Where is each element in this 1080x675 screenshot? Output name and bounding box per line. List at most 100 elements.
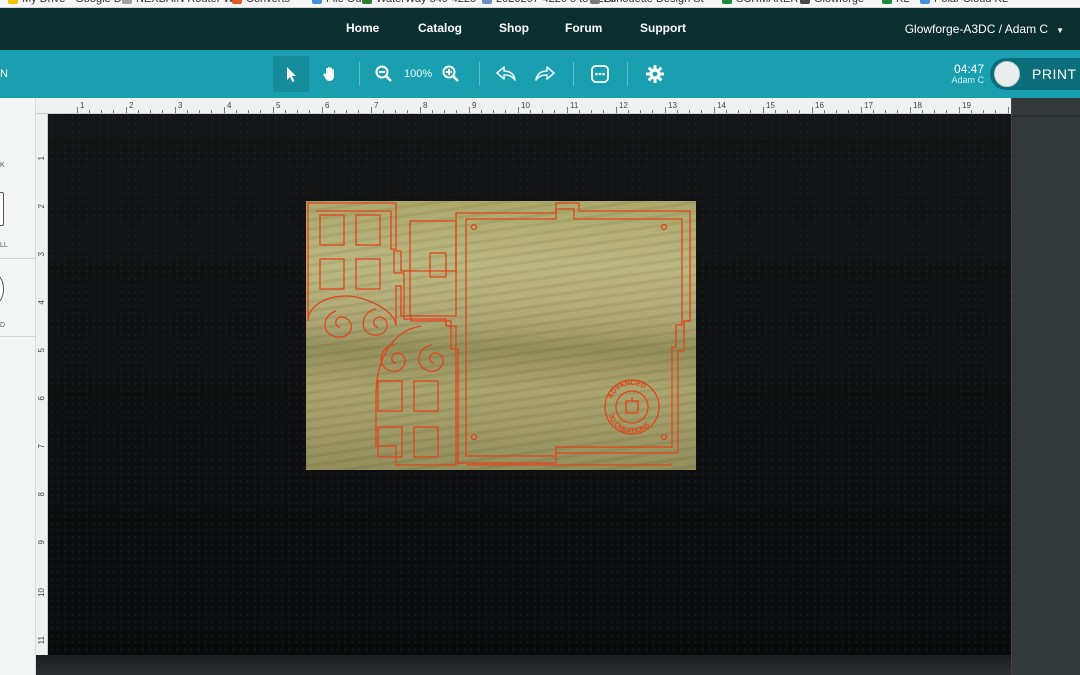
bookmark-label: Glowforge <box>814 0 864 5</box>
bookmark-favicon-icon <box>122 0 132 4</box>
mounting-hole <box>660 223 668 231</box>
ruler-tick <box>150 110 151 113</box>
print-label[interactable]: PRINT <box>1032 66 1077 82</box>
ruler-tick-label: 5 <box>37 348 46 353</box>
toolbar-divider <box>627 62 628 86</box>
ruler-tick <box>77 107 78 113</box>
nav-support-link[interactable]: Support <box>640 21 686 35</box>
redo-icon <box>535 66 555 81</box>
window-cutout <box>355 214 381 246</box>
settings-button[interactable] <box>637 56 673 92</box>
ruler-tick <box>665 107 666 113</box>
window-cutout <box>319 214 345 246</box>
ruler-tick <box>885 110 886 113</box>
zoom-in-icon <box>442 65 459 82</box>
nav-catalog-link[interactable]: Catalog <box>418 21 462 35</box>
undo-button[interactable] <box>488 56 524 92</box>
bookmark-label: Silhouette Design St <box>604 0 704 5</box>
scroll-ornament <box>418 344 444 372</box>
ruler-tick-label: 9 <box>37 540 46 545</box>
ruler-tick <box>432 110 433 113</box>
ruler-tick <box>861 107 862 113</box>
bookmark-item[interactable]: File Out <box>312 0 365 5</box>
ruler-tick-label: 14 <box>717 101 726 110</box>
bookmark-item[interactable]: Converts <box>232 0 290 5</box>
bookmark-favicon-icon <box>8 0 18 4</box>
scroll-ornament <box>324 310 352 338</box>
ruler-tick <box>273 107 274 113</box>
zoom-in-button[interactable] <box>433 56 469 92</box>
gear-icon <box>646 65 664 83</box>
ruler-tick <box>812 107 813 113</box>
top-nav: Home Catalog Shop Forum Support Glowforg… <box>0 8 1080 50</box>
ruler-tick-label: 7 <box>37 444 46 449</box>
zoom-out-button[interactable] <box>366 56 402 92</box>
ruler-tick <box>481 110 482 113</box>
bookmark-item[interactable]: KL <box>882 0 909 5</box>
design-thumbnail[interactable] <box>0 274 4 304</box>
account-label: Glowforge-A3DC / Adam C <box>904 22 1049 36</box>
bookmark-item[interactable]: Silhouette Design St <box>590 0 704 5</box>
ruler-tick <box>260 110 261 113</box>
cut-design-artwork[interactable]: ADVANCED 3D CREATIONS <box>306 201 696 470</box>
scroll-ornament <box>380 344 406 372</box>
bookmark-item[interactable]: My Drive - Google D <box>8 0 122 5</box>
ruler-tick <box>358 110 359 113</box>
bookmark-label: Converts <box>246 0 290 5</box>
thumbnail-caption: LL <box>0 242 8 249</box>
ruler-tick <box>211 110 212 113</box>
ruler-tick <box>591 110 592 113</box>
bookmark-item[interactable]: Glowforge <box>800 0 864 5</box>
pan-tool-button[interactable] <box>312 56 348 92</box>
mounting-hole <box>470 433 478 441</box>
more-dots-icon <box>591 65 609 83</box>
nav-shop-link[interactable]: Shop <box>499 21 529 35</box>
ruler-tick <box>799 110 800 113</box>
ruler-top: 1234567891011121314151617181920 <box>36 98 1045 114</box>
toolbar-left-label[interactable]: N <box>0 68 8 80</box>
ruler-tick-label: 2 <box>129 101 134 110</box>
ruler-tick-label: 3 <box>178 101 183 110</box>
ruler-tick-label: 6 <box>37 396 46 401</box>
ruler-tick-label: 1 <box>80 101 85 110</box>
bookmark-item[interactable]: WaterWay 549-4225 <box>362 0 476 5</box>
ruler-tick-label: 11 <box>37 636 46 645</box>
thumbnail-caption: D <box>0 322 6 329</box>
timer-user: Adam C <box>951 75 984 85</box>
ruler-tick <box>138 110 139 113</box>
ruler-tick <box>334 110 335 113</box>
window-cutout <box>429 252 447 278</box>
window-cutout <box>413 380 439 412</box>
bookmark-item[interactable]: Polar Cloud KL <box>920 0 1008 5</box>
nav-forum-link[interactable]: Forum <box>565 21 602 35</box>
cut-outline <box>409 220 457 317</box>
thumbnail-caption: K <box>0 162 5 169</box>
ruler-tick-label: 8 <box>37 492 46 497</box>
bookmark-label: WaterWay 549-4225 <box>376 0 476 5</box>
ruler-tick <box>652 110 653 113</box>
wood-material[interactable]: ADVANCED 3D CREATIONS <box>306 201 696 470</box>
zoom-level: 100% <box>404 68 433 80</box>
ruler-tick <box>738 110 739 113</box>
ruler-tick-label: 19 <box>962 101 971 110</box>
nav-home-link[interactable]: Home <box>346 21 379 35</box>
ruler-tick <box>530 110 531 113</box>
ruler-tick <box>248 110 249 113</box>
ruler-tick <box>518 107 519 113</box>
ruler-tick <box>726 110 727 113</box>
ruler-tick <box>959 107 960 113</box>
more-options-button[interactable] <box>582 56 618 92</box>
ruler-tick <box>934 110 935 113</box>
select-tool-button[interactable] <box>273 56 309 92</box>
panel-divider <box>0 336 36 337</box>
design-thumbnail[interactable] <box>0 192 4 226</box>
bookmark-item[interactable]: NEXBAIN Router WA <box>122 0 241 5</box>
bookmark-item[interactable]: SCRMAKER <box>722 0 798 5</box>
ruler-tick <box>873 110 874 113</box>
redo-button[interactable] <box>527 56 563 92</box>
ruler-tick <box>493 110 494 113</box>
ruler-tick <box>89 110 90 113</box>
account-menu[interactable]: Glowforge-A3DC / Adam C ▼ <box>905 22 1064 36</box>
ruler-tick <box>113 110 114 113</box>
ruler-tick-label: 13 <box>668 101 677 110</box>
